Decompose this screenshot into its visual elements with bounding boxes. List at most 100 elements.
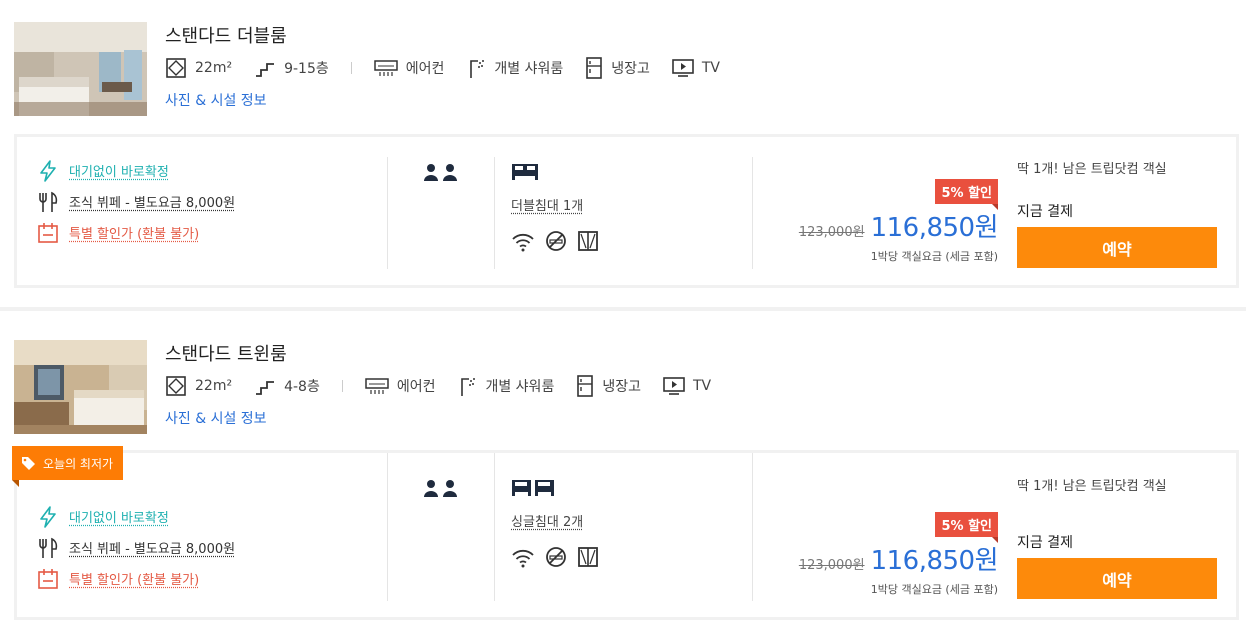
original-price: 123,000원 [798, 225, 865, 240]
facility-tv: TV [672, 58, 720, 78]
facility-floors: 4-8층 [254, 375, 320, 397]
bed-info: 더블침대 1개 [511, 161, 599, 252]
photo-facility-link[interactable]: 사진 & 시설 정보 [165, 90, 267, 110]
room-title: 스탠다드 더블룸 [165, 26, 287, 47]
room-photo[interactable] [14, 340, 147, 434]
price-row: 123,000원 116,850원 [798, 540, 999, 577]
discount-badge: 5% 할인 [935, 512, 998, 543]
window-icon [578, 231, 598, 251]
facility-fridge: 냉장고 [576, 375, 641, 397]
facility-tv: TV [663, 376, 711, 396]
photo-facility-link[interactable]: 사진 & 시설 정보 [165, 408, 267, 428]
price-block: 5% 할인 123,000원 116,850원 1박당 객실요금 (세금 포함) [798, 512, 999, 597]
occupancy [423, 163, 461, 187]
discount-badge: 5% 할인 [935, 179, 998, 210]
floors-value: 4-8층 [284, 379, 320, 395]
lightning-icon [40, 159, 56, 182]
benefit-list: 대기없이 바로확정 조식 뷔페 - 별도요금 8,000원 특별 할인가 (환불… [37, 501, 235, 594]
facility-fridge: 냉장고 [585, 57, 650, 79]
amenity-icons [511, 230, 599, 252]
fridge-icon [586, 57, 603, 79]
divider [494, 453, 495, 601]
facility-size: 22m² [165, 375, 232, 397]
occupancy [423, 479, 461, 503]
wifi-icon [512, 233, 534, 252]
original-price: 123,000원 [798, 558, 865, 573]
pay-now-label: 지금 결제 [1017, 535, 1073, 551]
price-block: 5% 할인 123,000원 116,850원 1박당 객실요금 (세금 포함) [798, 179, 999, 264]
benefit-label: 조식 뷔페 - 별도요금 8,000원 [69, 542, 236, 557]
remaining-rooms: 딱 1개! 남은 트립닷컴 객실 [1017, 479, 1167, 494]
final-price: 116,850원 [870, 213, 999, 243]
calendar-icon [38, 568, 58, 589]
floor-stairs-icon [256, 381, 275, 395]
benefit-nonrefundable[interactable]: 특별 할인가 (환불 불가) [37, 217, 235, 248]
facility-shower: 개별 샤워룸 [457, 375, 554, 397]
benefit-instant-confirm[interactable]: 대기없이 바로확정 [37, 155, 235, 186]
bed-info: 싱글침대 2개 [511, 477, 599, 568]
aircon-label: 에어컨 [405, 61, 445, 77]
facility-aircon: 에어컨 [365, 376, 436, 396]
benefit-label: 대기없이 바로확정 [69, 511, 169, 526]
aircon-icon [365, 378, 389, 394]
benefit-label: 특별 할인가 (환불 불가) [69, 573, 200, 588]
divider [752, 157, 753, 269]
lightning-icon [40, 505, 56, 528]
book-button[interactable]: 예약 [1017, 227, 1217, 268]
benefit-list: 대기없이 바로확정 조식 뷔페 - 별도요금 8,000원 특별 할인가 (환불… [37, 155, 235, 248]
rate-plan: 대기없이 바로확정 조식 뷔페 - 별도요금 8,000원 특별 할인가 (환불… [14, 134, 1239, 288]
floor-stairs-icon [256, 63, 275, 77]
shower-label: 개별 샤워룸 [494, 61, 564, 77]
book-button[interactable]: 예약 [1017, 558, 1217, 599]
divider [494, 157, 495, 269]
benefit-breakfast[interactable]: 조식 뷔페 - 별도요금 8,000원 [37, 532, 235, 563]
no-smoking-icon [546, 231, 566, 251]
shower-icon [461, 378, 476, 396]
wifi-icon [512, 549, 534, 568]
remaining-rooms: 딱 1개! 남은 트립닷컴 객실 [1017, 162, 1167, 177]
tv-icon [672, 59, 694, 77]
room-photo[interactable] [14, 22, 147, 116]
tv-icon [663, 377, 685, 395]
benefit-label: 특별 할인가 (환불 불가) [69, 227, 200, 242]
final-price: 116,850원 [870, 546, 999, 576]
booking-column: 딱 1개! 남은 트립닷컴 객실 지금 결제 예약 [1017, 475, 1219, 599]
room-facilities: 22m² 9-15층 에어컨 개별 샤워룸 냉장고 TV [165, 57, 742, 79]
ribbon-label: 오늘의 최저가 [43, 456, 114, 471]
room-separator [0, 307, 1246, 311]
bed-label[interactable]: 싱글침대 2개 [511, 511, 599, 530]
divider [752, 453, 753, 601]
facility-size: 22m² [165, 57, 232, 79]
window-icon [578, 547, 598, 567]
pay-now-label: 지금 결제 [1017, 204, 1073, 220]
shower-label: 개별 샤워룸 [485, 379, 555, 395]
room-facilities: 22m² 4-8층 에어컨 개별 샤워룸 냉장고 TV [165, 375, 733, 397]
divider [387, 453, 388, 601]
fridge-icon [577, 375, 594, 397]
benefit-label: 대기없이 바로확정 [69, 165, 169, 180]
benefit-instant-confirm[interactable]: 대기없이 바로확정 [37, 501, 235, 532]
price-note: 1박당 객실요금 (세금 포함) [870, 583, 998, 596]
shower-icon [470, 60, 485, 78]
person-icon [424, 480, 457, 497]
room-card-double: 스탠다드 더블룸 22m² 9-15층 에어컨 개별 샤워룸 냉장고 TV 사진… [0, 0, 1246, 300]
rate-plan: 오늘의 최저가 대기없이 바로확정 조식 뷔페 - 별도요금 8,000원 특별… [12, 446, 1239, 620]
facility-shower: 개별 샤워룸 [466, 57, 563, 79]
divider [350, 62, 352, 74]
aircon-icon [373, 60, 398, 76]
benefit-nonrefundable[interactable]: 특별 할인가 (환불 불가) [37, 563, 235, 594]
room-title: 스탠다드 트윈룸 [165, 344, 287, 365]
price-note: 1박당 객실요금 (세금 포함) [870, 250, 998, 263]
amenity-icons [511, 546, 599, 568]
aircon-label: 에어컨 [396, 379, 436, 395]
divider [387, 157, 388, 269]
tv-label: TV [692, 378, 712, 394]
lowest-price-ribbon: 오늘의 최저가 [12, 446, 124, 487]
fridge-label: 냉장고 [602, 379, 641, 395]
benefit-breakfast[interactable]: 조식 뷔페 - 별도요금 8,000원 [37, 186, 235, 217]
facility-aircon: 에어컨 [373, 58, 445, 78]
bed-label[interactable]: 더블침대 1개 [511, 195, 599, 214]
booking-column: 딱 1개! 남은 트립닷컴 객실 지금 결제 예약 [1017, 158, 1219, 268]
size-value: 22m² [195, 378, 233, 394]
floors-value: 9-15층 [284, 61, 329, 77]
